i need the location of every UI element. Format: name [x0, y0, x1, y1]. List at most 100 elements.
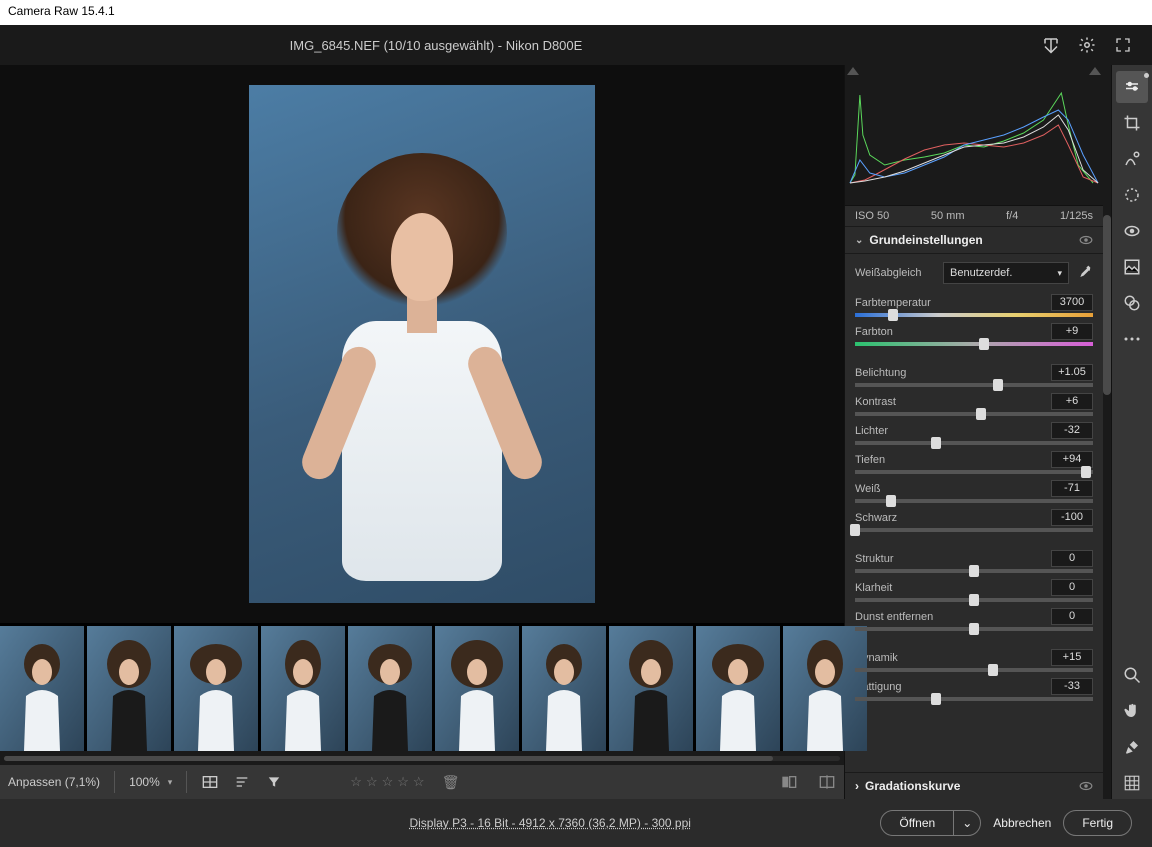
star-icon[interactable]: ☆	[397, 774, 409, 790]
slider-track[interactable]	[855, 441, 1093, 445]
slider-knob[interactable]	[850, 524, 860, 536]
filmstrip-thumb[interactable]	[522, 626, 606, 751]
slider-shadows[interactable]: Tiefen +94	[855, 451, 1093, 474]
slider-value[interactable]: +15	[1051, 649, 1093, 666]
slider-track[interactable]	[855, 627, 1093, 631]
slider-value[interactable]: -100	[1051, 509, 1093, 526]
filmstrip-thumb[interactable]	[0, 626, 84, 751]
slider-knob[interactable]	[931, 693, 941, 705]
sampler-tool[interactable]	[1116, 731, 1148, 763]
slider-dehaze[interactable]: Dunst entfernen 0	[855, 608, 1093, 631]
eye-icon[interactable]	[1079, 779, 1093, 793]
done-button[interactable]: Fertig	[1063, 810, 1132, 836]
slider-value[interactable]: +9	[1051, 323, 1093, 340]
star-icon[interactable]: ☆	[366, 774, 378, 790]
filmstrip-thumb[interactable]	[348, 626, 432, 751]
filmstrip-thumb[interactable]	[87, 626, 171, 751]
slider-knob[interactable]	[931, 437, 941, 449]
slider-value[interactable]: -33	[1051, 678, 1093, 695]
filter-icon[interactable]	[265, 773, 283, 791]
hand-tool[interactable]	[1116, 695, 1148, 727]
curve-panel-header[interactable]: › Gradationskurve	[845, 772, 1103, 799]
slider-track[interactable]	[855, 569, 1093, 573]
slider-track[interactable]	[855, 499, 1093, 503]
slider-temp[interactable]: Farbtemperatur 3700	[855, 294, 1093, 317]
slider-knob[interactable]	[969, 565, 979, 577]
zoom-100-label[interactable]: 100%	[129, 775, 160, 789]
cancel-button[interactable]: Abbrechen	[993, 816, 1051, 830]
slider-knob[interactable]	[979, 338, 989, 350]
settings-icon[interactable]	[1078, 36, 1096, 54]
rating-stars[interactable]: ☆ ☆ ☆ ☆ ☆	[343, 771, 431, 793]
grid-tool[interactable]	[1116, 767, 1148, 799]
slider-value[interactable]: -32	[1051, 422, 1093, 439]
slider-value[interactable]: +6	[1051, 393, 1093, 410]
slider-value[interactable]: 3700	[1051, 294, 1093, 311]
star-icon[interactable]: ☆	[413, 774, 425, 790]
slider-track[interactable]	[855, 383, 1093, 387]
slider-track[interactable]	[855, 668, 1093, 672]
slider-value[interactable]: 0	[1051, 579, 1093, 596]
filmstrip-thumb[interactable]	[174, 626, 258, 751]
edit-tool[interactable]	[1116, 71, 1148, 103]
slider-knob[interactable]	[969, 594, 979, 606]
fit-zoom-label[interactable]: Anpassen (7,1%)	[8, 775, 100, 789]
zoom-tool[interactable]	[1116, 659, 1148, 691]
slider-contrast[interactable]: Kontrast +6	[855, 393, 1093, 416]
histogram[interactable]	[845, 65, 1103, 206]
slider-track[interactable]	[855, 697, 1093, 701]
eyedropper-icon[interactable]	[1077, 265, 1093, 281]
slider-texture[interactable]: Struktur 0	[855, 550, 1093, 573]
filmstrip-thumb[interactable]	[261, 626, 345, 751]
chevron-down-icon[interactable]: ⌄	[953, 811, 980, 835]
slider-track[interactable]	[855, 313, 1093, 317]
basic-panel-header[interactable]: ⌄ Grundeinstellungen	[845, 227, 1103, 254]
more-tool[interactable]	[1116, 323, 1148, 355]
slider-knob[interactable]	[886, 495, 896, 507]
grid-view-icon[interactable]	[201, 773, 219, 791]
panel-scrollbar[interactable]	[1103, 65, 1111, 799]
mask-tool[interactable]	[1116, 179, 1148, 211]
image-info[interactable]: Display P3 - 16 Bit - 4912 x 7360 (36,2 …	[409, 816, 690, 830]
save-icon[interactable]	[1042, 36, 1060, 54]
slider-value[interactable]: 0	[1051, 550, 1093, 567]
sort-icon[interactable]	[233, 773, 251, 791]
slider-knob[interactable]	[1081, 466, 1091, 478]
slider-value[interactable]: +1.05	[1051, 364, 1093, 381]
slider-track[interactable]	[855, 412, 1093, 416]
slider-knob[interactable]	[969, 623, 979, 635]
filmstrip-scrollbar[interactable]	[0, 751, 844, 765]
eye-icon[interactable]	[1079, 233, 1093, 247]
snapshot-tool[interactable]	[1116, 251, 1148, 283]
slider-saturation[interactable]: Sättigung -33	[855, 678, 1093, 701]
slider-knob[interactable]	[988, 664, 998, 676]
fullscreen-icon[interactable]	[1114, 36, 1132, 54]
slider-value[interactable]: 0	[1051, 608, 1093, 625]
slider-knob[interactable]	[993, 379, 1003, 391]
slider-vibrance[interactable]: Dynamik +15	[855, 649, 1093, 672]
filmstrip-thumb[interactable]	[696, 626, 780, 751]
filmstrip-thumb[interactable]	[435, 626, 519, 751]
slider-track[interactable]	[855, 470, 1093, 474]
trash-icon[interactable]: 🗑	[442, 773, 460, 791]
slider-track[interactable]	[855, 342, 1093, 346]
healing-tool[interactable]	[1116, 143, 1148, 175]
slider-clarity[interactable]: Klarheit 0	[855, 579, 1093, 602]
slider-tint[interactable]: Farbton +9	[855, 323, 1093, 346]
crop-tool[interactable]	[1116, 107, 1148, 139]
slider-knob[interactable]	[888, 309, 898, 321]
open-button[interactable]: Öffnen ⌄	[880, 810, 981, 836]
slider-whites[interactable]: Weiß -71	[855, 480, 1093, 503]
before-after-icon[interactable]	[818, 773, 836, 791]
filmstrip-thumb[interactable]	[783, 626, 867, 751]
slider-value[interactable]: -71	[1051, 480, 1093, 497]
preset-tool[interactable]	[1116, 287, 1148, 319]
slider-track[interactable]	[855, 598, 1093, 602]
slider-knob[interactable]	[976, 408, 986, 420]
slider-highlights[interactable]: Lichter -32	[855, 422, 1093, 445]
slider-exposure[interactable]: Belichtung +1.05	[855, 364, 1093, 387]
wb-select[interactable]: Benutzerdef. ▾	[943, 262, 1069, 284]
image-preview-stage[interactable]	[0, 65, 844, 623]
chevron-down-icon[interactable]: ▾	[168, 777, 173, 788]
redeye-tool[interactable]	[1116, 215, 1148, 247]
